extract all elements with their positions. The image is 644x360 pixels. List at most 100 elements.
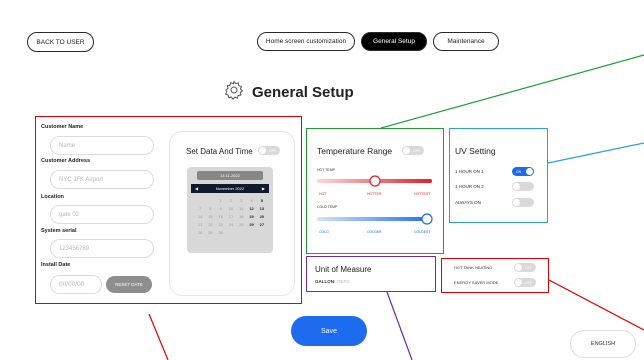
calendar-day xyxy=(226,230,236,235)
system-serial-input[interactable]: 123456789 xyxy=(50,239,154,258)
general-setup-screen: BACK TO USER Home screen customization G… xyxy=(0,0,644,360)
toggle-knob xyxy=(515,279,522,286)
calendar-days-grid: 1 2 3 4 5 7 8 9 10 11 12 13 14 15 16 17 18 19 20 21 22 23 24 25… xyxy=(195,198,267,235)
unit-gallon-option[interactable]: GALLON xyxy=(315,279,334,284)
customer-address-input[interactable]: NYC JFK Airport xyxy=(50,170,154,189)
energy-saver-mode-toggle[interactable]: OFF xyxy=(514,278,536,287)
gear-icon xyxy=(224,80,244,105)
calendar[interactable]: 14.11.2022 ◀ November 2022 ▶ 1 2 3 4 5 7 8 9 10 1… xyxy=(187,167,273,253)
toggle-knob xyxy=(513,183,520,190)
cold-temp-label: COLD TEMP xyxy=(317,205,338,209)
calendar-day[interactable]: 1 xyxy=(216,198,226,203)
purple-annotation-line xyxy=(386,291,413,360)
calendar-day[interactable]: 15 xyxy=(205,214,215,219)
hot-high-label: HOTTEST xyxy=(414,192,431,196)
green-annotation-line xyxy=(380,54,644,129)
calendar-day[interactable]: 4 xyxy=(246,198,256,203)
hot-temp-label: HOT TEMP xyxy=(317,168,335,172)
calendar-day[interactable]: 10 xyxy=(226,206,236,211)
cold-temp-slider[interactable] xyxy=(316,212,434,226)
calendar-day[interactable]: 18 xyxy=(236,214,246,219)
toggle-knob xyxy=(515,264,522,271)
calendar-day[interactable]: 24 xyxy=(226,222,236,227)
toggle-state: OFF xyxy=(413,148,420,153)
date-time-toggle[interactable]: OFF xyxy=(258,146,280,155)
uv-1-hour-on-2-toggle[interactable] xyxy=(512,182,534,191)
mode-label: HOT TANK HEATING xyxy=(454,265,493,270)
calendar-day[interactable]: 13 xyxy=(257,206,267,211)
language-button[interactable]: ENGLISH xyxy=(570,330,636,358)
calendar-day[interactable]: 19 xyxy=(246,214,256,219)
customer-name-input[interactable]: Name xyxy=(50,136,154,155)
calendar-year-selector[interactable]: 14.11.2022 xyxy=(197,171,263,180)
location-input[interactable]: gate 02 xyxy=(50,205,154,224)
calendar-day[interactable]: 20 xyxy=(257,214,267,219)
hot-temp-slider[interactable] xyxy=(316,174,434,188)
triangle-left-icon[interactable]: ◀ xyxy=(195,186,198,191)
toggle-state: OFF xyxy=(525,280,532,285)
calendar-day[interactable]: 5 xyxy=(257,198,267,203)
unit-of-measure-region xyxy=(306,256,436,292)
blue-annotation-line xyxy=(547,142,644,164)
red-annotation-line-right xyxy=(548,279,644,331)
calendar-day[interactable]: 21 xyxy=(195,222,205,227)
calendar-day[interactable]: 22 xyxy=(205,222,215,227)
toggle-knob xyxy=(526,168,533,175)
reset-date-button[interactable]: RESET DATE xyxy=(106,276,152,293)
page-title: General Setup xyxy=(252,84,354,101)
calendar-day[interactable]: 8 xyxy=(205,206,215,211)
calendar-day[interactable]: 9 xyxy=(216,206,226,211)
uv-1-hour-on-1-toggle[interactable]: ON xyxy=(512,167,534,176)
unit-of-measure-title: Unit of Measure xyxy=(315,265,372,274)
calendar-day[interactable]: 28 xyxy=(195,230,205,235)
calendar-day[interactable]: 11 xyxy=(236,206,246,211)
calendar-day[interactable]: 23 xyxy=(216,222,226,227)
calendar-day[interactable]: 2 xyxy=(226,198,236,203)
calendar-day[interactable]: 14 xyxy=(195,214,205,219)
calendar-day[interactable]: 12 xyxy=(246,206,256,211)
location-label: Location xyxy=(41,194,64,200)
uv-setting-region xyxy=(449,128,548,223)
customer-name-label: Customer Name xyxy=(41,124,84,130)
calendar-day[interactable]: 7 xyxy=(195,206,205,211)
triangle-right-icon[interactable]: ▶ xyxy=(262,186,265,191)
system-serial-label: System serial xyxy=(41,228,77,234)
calendar-day[interactable]: 25 xyxy=(236,222,246,227)
calendar-month-label: November 2022 xyxy=(215,186,245,191)
calendar-day[interactable]: 17 xyxy=(226,214,236,219)
save-button[interactable]: Save xyxy=(291,316,367,346)
date-time-title: Set Data And Time xyxy=(186,147,253,156)
unit-liters-option[interactable]: LITERS xyxy=(334,279,350,284)
uv-always-on-toggle[interactable] xyxy=(512,198,534,207)
calendar-day xyxy=(236,230,246,235)
calendar-day xyxy=(195,198,205,203)
calendar-month-nav: ◀ November 2022 ▶ xyxy=(191,184,269,193)
tab-home-screen-customization[interactable]: Home screen customization xyxy=(257,32,355,51)
calendar-day[interactable]: 29 xyxy=(246,222,256,227)
uv-setting-title: UV Setting xyxy=(455,146,496,156)
calendar-day[interactable]: 16 xyxy=(216,214,226,219)
tab-general-setup[interactable]: General Setup xyxy=(361,32,427,51)
calendar-day xyxy=(246,230,256,235)
toggle-knob xyxy=(259,147,266,154)
red-annotation-line-left xyxy=(148,313,169,360)
calendar-day[interactable]: 27 xyxy=(257,222,267,227)
cold-slider-thumb xyxy=(421,213,433,225)
cold-high-label: COLDEST xyxy=(414,230,431,234)
install-date-input[interactable]: 00/00/00 xyxy=(50,275,102,294)
back-to-user-button[interactable]: BACK TO USER xyxy=(27,32,94,52)
hot-low-label: HOT xyxy=(319,192,327,196)
calendar-day[interactable]: 29 xyxy=(205,230,215,235)
temperature-range-toggle[interactable]: OFF xyxy=(402,146,424,155)
toggle-knob xyxy=(403,147,410,154)
calendar-day[interactable]: 30 xyxy=(216,230,226,235)
uv-item-label: ALWAYS ON xyxy=(455,200,481,205)
toggle-state: ON xyxy=(516,169,522,174)
hot-mid-label: HOTTER xyxy=(367,192,382,196)
tab-maintenance[interactable]: Maintenance xyxy=(433,32,499,51)
calendar-day[interactable]: 3 xyxy=(236,198,246,203)
temperature-range-title: Temperature Range xyxy=(317,146,393,156)
toggle-knob xyxy=(513,199,520,206)
hot-tank-heating-toggle[interactable]: OFF xyxy=(514,263,536,272)
cold-low-label: COLD xyxy=(319,230,329,234)
